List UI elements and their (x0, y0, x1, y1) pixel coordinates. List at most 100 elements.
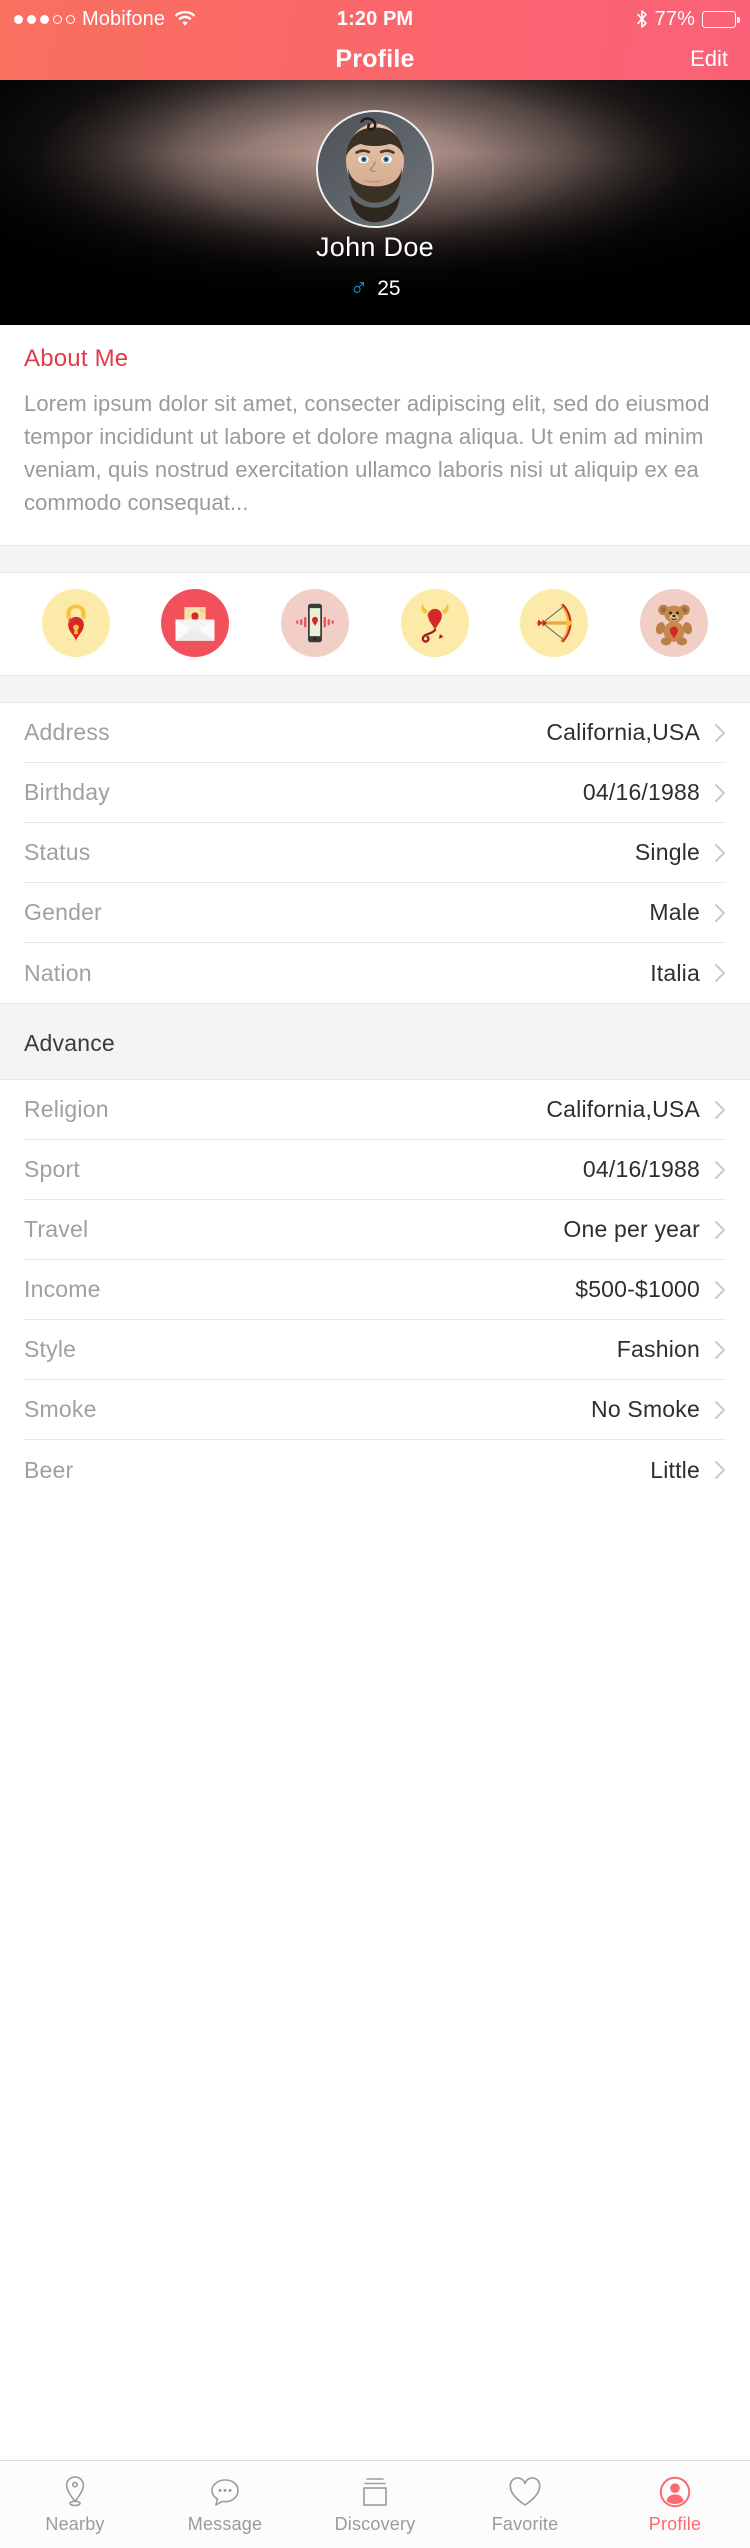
info-row-label: Nation (24, 959, 92, 986)
info-row-label: Travel (24, 1216, 89, 1242)
about-me-text: Lorem ipsum dolor sit amet, consecter ad… (24, 391, 710, 515)
info-row-travel[interactable]: Travel One per year (24, 1200, 726, 1260)
chat-bubble-icon (209, 2475, 241, 2509)
chevron-right-icon (714, 1220, 726, 1240)
clock-label: 1:20 PM (336, 7, 414, 30)
info-row-value: No Smoke (591, 1396, 700, 1422)
heart-lock-icon[interactable] (41, 589, 110, 657)
tab-label: Message (187, 2513, 263, 2534)
chevron-right-icon (714, 723, 726, 743)
section-divider-2 (0, 675, 750, 703)
info-row-value: Little (650, 1456, 700, 1483)
tab-message[interactable]: Message (150, 2461, 300, 2548)
info-row-label: Style (24, 1336, 77, 1362)
tab-label: Discovery (334, 2513, 416, 2534)
info-row-value: 04/16/1988 (582, 779, 700, 805)
info-row-value: One per year (563, 1216, 700, 1242)
navigation-bar: Profile Edit (0, 38, 750, 80)
chevron-right-icon (714, 1160, 726, 1180)
info-row-sport[interactable]: Sport 04/16/1988 (24, 1140, 726, 1200)
avatar-photo (318, 112, 432, 226)
about-me-title: About Me (24, 345, 129, 372)
info-row-value: Single (634, 839, 700, 865)
chevron-right-icon (714, 963, 726, 983)
info-row-label: Gender (24, 899, 102, 925)
map-pin-icon (62, 2475, 88, 2509)
bluetooth-icon (636, 10, 648, 28)
about-me-section: About Me Lorem ipsum dolor sit amet, con… (0, 325, 750, 545)
info-row-value: Male (649, 899, 700, 925)
bow-arrow-icon[interactable] (520, 589, 589, 657)
info-row-gender[interactable]: Gender Male (24, 883, 726, 943)
info-row-label: Sport (24, 1156, 80, 1182)
avatar[interactable] (316, 110, 434, 228)
tab-label: Profile (648, 2513, 702, 2534)
profile-age: 25 (377, 276, 401, 300)
advance-title: Advance (24, 1030, 115, 1056)
info-row-value: Italia (650, 959, 700, 986)
info-row-label: Beer (24, 1456, 74, 1483)
page-title: Profile (335, 45, 415, 73)
info-row-label: Smoke (24, 1396, 97, 1422)
info-row-address[interactable]: Address California,USA (24, 703, 726, 763)
basic-info-list: Address California,USA Birthday 04/16/1988 S… (0, 703, 750, 1003)
male-symbol-icon: ♂ (349, 274, 369, 302)
info-row-label: Income (24, 1276, 101, 1302)
info-row-birthday[interactable]: Birthday 04/16/1988 (24, 763, 726, 823)
chevron-right-icon (714, 1460, 726, 1480)
info-row-nation[interactable]: Nation Italia (24, 943, 726, 1003)
info-row-beer[interactable]: Beer Little (24, 1440, 726, 1500)
info-row-value: $500-$1000 (575, 1276, 700, 1302)
chevron-right-icon (714, 903, 726, 923)
heart-outline-icon (508, 2475, 542, 2509)
phone-heart-icon[interactable] (281, 589, 350, 657)
person-circle-icon (659, 2475, 691, 2509)
info-row-label: Address (24, 719, 110, 745)
wifi-icon (174, 11, 196, 27)
profile-gender-age: ♂ 25 (0, 276, 750, 301)
info-row-status[interactable]: Status Single (24, 823, 726, 883)
chevron-right-icon (714, 1100, 726, 1120)
status-bar: Mobifone 1:20 PM 77% (0, 0, 750, 38)
info-row-label: Status (24, 839, 91, 865)
love-letter-icon[interactable] (161, 589, 230, 657)
advance-section-header: Advance (0, 1003, 750, 1080)
chevron-right-icon (714, 783, 726, 803)
tab-nearby[interactable]: Nearby (0, 2461, 150, 2548)
chevron-right-icon (714, 1280, 726, 1300)
info-row-label: Religion (24, 1096, 109, 1122)
advance-list: Religion California,USA Sport 04/16/1988 Tra… (0, 1080, 750, 1500)
carrier-label: Mobifone (82, 7, 166, 30)
tab-label: Favorite (491, 2513, 559, 2534)
info-row-value: Fashion (616, 1336, 700, 1362)
edit-button[interactable]: Edit (690, 46, 728, 72)
info-row-value: California,USA (546, 719, 700, 745)
signal-strength-icon (14, 14, 75, 24)
info-row-religion[interactable]: Religion California,USA (24, 1080, 726, 1140)
chevron-right-icon (714, 1400, 726, 1420)
bottom-tab-bar: Nearby Message Discovery Favorite Profile (0, 2460, 750, 2548)
info-row-value: 04/16/1988 (582, 1156, 700, 1182)
info-row-label: Birthday (24, 779, 110, 805)
tab-label: Nearby (45, 2513, 105, 2534)
teddy-bear-icon[interactable] (640, 589, 709, 657)
status-bar-right: 77% (413, 7, 740, 31)
battery-percent-label: 77% (654, 7, 696, 30)
chevron-right-icon (714, 1340, 726, 1360)
app-header: Mobifone 1:20 PM 77% Profile Edit (0, 0, 750, 80)
devil-heart-icon[interactable] (400, 589, 469, 657)
info-row-style[interactable]: Style Fashion (24, 1320, 726, 1380)
profile-hero: John Doe ♂ 25 (0, 80, 750, 325)
chevron-right-icon (714, 843, 726, 863)
tab-discovery[interactable]: Discovery (300, 2461, 450, 2548)
interest-icon-row (0, 573, 750, 675)
bottom-spacer (0, 1500, 750, 1588)
battery-icon (702, 10, 740, 28)
tab-favorite[interactable]: Favorite (450, 2461, 600, 2548)
status-bar-left: Mobifone (14, 8, 337, 31)
section-divider-1 (0, 545, 750, 573)
info-row-smoke[interactable]: Smoke No Smoke (24, 1380, 726, 1440)
tab-profile[interactable]: Profile (600, 2461, 750, 2548)
info-row-income[interactable]: Income $500-$1000 (24, 1260, 726, 1320)
profile-name: John Doe (316, 232, 434, 262)
